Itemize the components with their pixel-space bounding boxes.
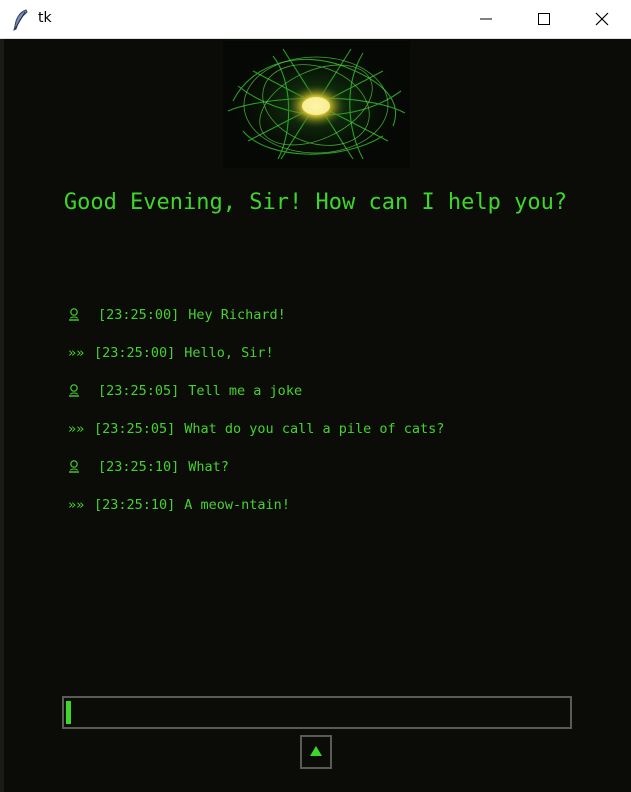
user-icon bbox=[69, 460, 79, 473]
chat-message-assistant: »» [23:25:00] Hello, Sir! bbox=[68, 344, 608, 382]
minimize-icon bbox=[480, 18, 492, 20]
triangle-up-icon bbox=[310, 746, 322, 756]
chat-log: [23:25:00] Hey Richard! »» [23:25:00] He… bbox=[68, 306, 608, 534]
greeting-heading: Good Evening, Sir! How can I help you? bbox=[63, 190, 568, 215]
maximize-icon bbox=[538, 13, 550, 25]
message-timestamp: [23:25:00] bbox=[98, 307, 180, 323]
message-text: Hey Richard! bbox=[188, 307, 286, 323]
message-text: Hello, Sir! bbox=[184, 345, 274, 361]
user-icon bbox=[69, 308, 79, 321]
chat-message-assistant: »» [23:25:10] A meow-ntain! bbox=[68, 496, 608, 534]
minimize-button[interactable] bbox=[457, 0, 515, 39]
assistant-prefix: »» bbox=[68, 345, 85, 361]
message-timestamp: [23:25:05] bbox=[98, 383, 180, 399]
message-timestamp: [23:25:00] bbox=[94, 345, 176, 361]
message-text: What? bbox=[188, 459, 229, 475]
text-cursor bbox=[66, 701, 71, 724]
assistant-orb-logo bbox=[223, 41, 410, 168]
app-window: tk Good Evening, Sir! How can I help you… bbox=[0, 0, 631, 792]
maximize-button[interactable] bbox=[515, 0, 573, 39]
chat-message-assistant: »» [23:25:05] What do you call a pile of… bbox=[68, 420, 608, 458]
chat-message-user: [23:25:05] Tell me a joke bbox=[68, 382, 608, 420]
title-bar: tk bbox=[0, 0, 631, 39]
message-input[interactable] bbox=[62, 696, 572, 729]
user-prefix bbox=[68, 382, 98, 400]
chat-message-user: [23:25:00] Hey Richard! bbox=[68, 306, 608, 344]
user-prefix bbox=[68, 306, 98, 324]
user-icon bbox=[69, 384, 79, 397]
message-text: What do you call a pile of cats? bbox=[184, 421, 445, 437]
message-timestamp: [23:25:10] bbox=[98, 459, 180, 475]
close-button[interactable] bbox=[573, 0, 631, 39]
tk-feather-icon bbox=[13, 9, 28, 31]
message-text: Tell me a joke bbox=[188, 383, 303, 399]
message-timestamp: [23:25:10] bbox=[94, 497, 176, 513]
message-text: A meow-ntain! bbox=[184, 497, 290, 513]
close-icon bbox=[595, 12, 609, 26]
assistant-prefix: »» bbox=[68, 421, 85, 437]
message-timestamp: [23:25:05] bbox=[94, 421, 176, 437]
send-button[interactable] bbox=[300, 735, 332, 769]
assistant-prefix: »» bbox=[68, 497, 85, 513]
chat-message-user: [23:25:10] What? bbox=[68, 458, 608, 496]
user-prefix bbox=[68, 458, 98, 476]
window-title: tk bbox=[38, 10, 52, 26]
window-edge bbox=[0, 39, 4, 792]
